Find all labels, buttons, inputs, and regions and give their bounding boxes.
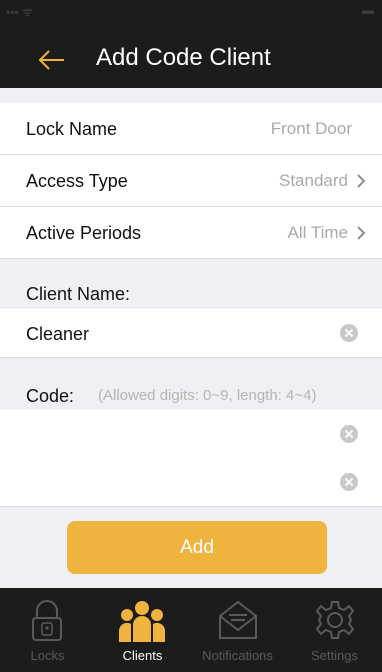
battery-icon: ▬ bbox=[362, 3, 374, 17]
lock-name-row: Lock Name Front Door bbox=[0, 103, 382, 155]
page-title: Add Code Client bbox=[96, 44, 271, 71]
code-row bbox=[0, 410, 382, 459]
tab-notifications[interactable]: Notifications bbox=[190, 588, 285, 672]
code-hint: (Allowed digits: 0~9, length: 4~4) bbox=[98, 387, 317, 404]
code-input[interactable] bbox=[26, 422, 326, 448]
clear-code-button[interactable] bbox=[340, 425, 358, 443]
clear-code-confirm-button[interactable] bbox=[340, 473, 358, 491]
code-confirm-row bbox=[0, 458, 382, 507]
add-button[interactable]: Add bbox=[67, 521, 327, 574]
tab-locks-label: Locks bbox=[30, 648, 65, 663]
client-name-label: Client Name: bbox=[26, 284, 131, 304]
client-name-row bbox=[0, 309, 382, 358]
tab-bar: Locks Clients Notifications Settings bbox=[0, 588, 382, 672]
carrier-signal: ▪▪▪ ᯤ bbox=[6, 5, 34, 19]
tab-clients-label: Clients bbox=[122, 648, 163, 663]
lock-name-label: Lock Name bbox=[26, 119, 118, 139]
access-type-row[interactable]: Access Type Standard bbox=[0, 155, 382, 207]
people-icon bbox=[119, 601, 165, 642]
active-periods-label: Active Periods bbox=[26, 223, 142, 243]
back-arrow-icon bbox=[38, 50, 64, 70]
chevron-right-icon bbox=[357, 226, 366, 240]
lock-name-value: Front Door bbox=[270, 119, 352, 138]
tab-notifications-label: Notifications bbox=[202, 648, 273, 663]
clear-client-name-button[interactable] bbox=[340, 324, 358, 342]
tab-settings-label: Settings bbox=[311, 648, 358, 663]
tab-settings[interactable]: Settings bbox=[287, 588, 382, 672]
status-bar: ▪▪▪ ᯤ ▬ bbox=[0, 0, 382, 20]
client-name-input[interactable] bbox=[26, 321, 326, 347]
code-confirm-input[interactable] bbox=[26, 470, 326, 496]
lock-icon bbox=[32, 600, 62, 641]
envelope-icon bbox=[219, 600, 257, 639]
active-periods-value: All Time bbox=[287, 223, 348, 242]
chevron-right-icon bbox=[357, 174, 366, 188]
tab-locks[interactable]: Locks bbox=[0, 588, 95, 672]
access-type-label: Access Type bbox=[26, 171, 128, 191]
active-periods-row[interactable]: Active Periods All Time bbox=[0, 207, 382, 259]
gear-icon bbox=[315, 601, 355, 639]
access-type-value: Standard bbox=[279, 171, 348, 190]
back-button[interactable] bbox=[30, 40, 70, 80]
tab-clients[interactable]: Clients bbox=[95, 588, 190, 672]
code-label: Code: bbox=[26, 386, 75, 406]
nav-bar: Add Code Client bbox=[0, 20, 382, 88]
